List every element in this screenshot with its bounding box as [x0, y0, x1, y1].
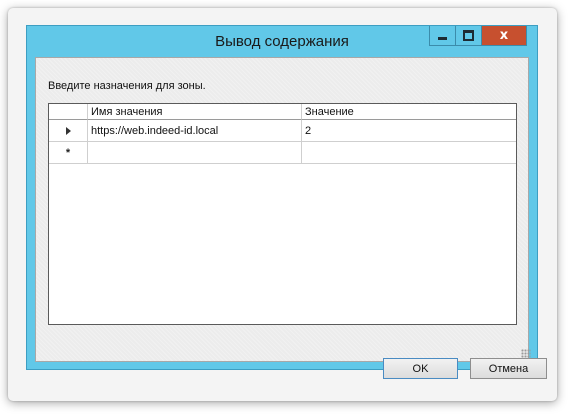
- cell-value[interactable]: 2: [302, 120, 516, 142]
- new-row-marker: *: [65, 146, 71, 159]
- table-row[interactable]: https://web.indeed-id.local 2: [49, 120, 516, 142]
- prompt-label: Введите назначения для зоны.: [48, 80, 206, 92]
- title-bar[interactable]: Вывод содержания x: [27, 26, 537, 57]
- ok-button[interactable]: OK: [383, 358, 458, 379]
- maximize-icon: [463, 30, 474, 41]
- values-grid[interactable]: Имя значения Значение https://web.indeed…: [48, 103, 517, 325]
- close-icon: x: [499, 28, 509, 43]
- new-cell-name[interactable]: [88, 142, 302, 164]
- current-row-arrow-icon: [65, 126, 71, 135]
- dialog-client-area: Введите назначения для зоны. Имя значени…: [35, 57, 547, 379]
- column-header-name[interactable]: Имя значения: [88, 104, 302, 120]
- new-row-header[interactable]: *: [49, 142, 88, 164]
- resize-grip-icon[interactable]: [521, 349, 531, 359]
- cell-value-name[interactable]: https://web.indeed-id.local: [88, 120, 302, 142]
- cancel-button[interactable]: Отмена: [470, 358, 547, 379]
- close-button[interactable]: x: [481, 26, 527, 46]
- new-cell-value[interactable]: [302, 142, 516, 164]
- minimize-icon: [438, 37, 447, 40]
- row-header-corner[interactable]: [49, 104, 88, 120]
- dialog-window: Вывод содержания x Введите назначения дл…: [26, 25, 547, 379]
- column-header-value[interactable]: Значение: [302, 104, 516, 120]
- new-row[interactable]: *: [49, 142, 516, 164]
- maximize-button[interactable]: [455, 26, 482, 46]
- grid-header-row: Имя значения Значение: [49, 104, 516, 120]
- row-header[interactable]: [49, 120, 88, 142]
- minimize-button[interactable]: [429, 26, 456, 46]
